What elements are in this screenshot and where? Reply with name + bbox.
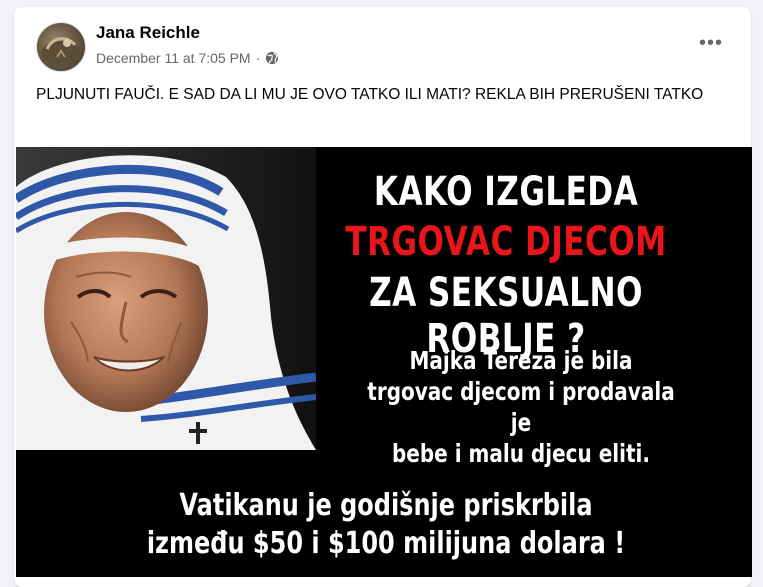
body-text: Majka Tereza je bila trgovac djecom i pr… [357,345,685,469]
headline-line-2: TRGOVAC DJECOM [345,219,667,265]
footer-line-2: između $50 i $100 milijuna dolara ! [146,526,626,561]
post-meta: December 11 at 7:05 PM · [96,50,279,66]
post-card: Jana Reichle December 11 at 7:05 PM · ••… [14,7,752,587]
footer-line-1: Vatikanu je godišnje priskrbila [179,488,593,523]
post-image[interactable]: KAKO IZGLEDA TRGOVAC DJECOM ZA SEKSUALNO… [16,147,752,577]
meta-separator: · [255,50,261,66]
body-line-3: bebe i malu djecu eliti. [391,439,651,468]
more-options-icon[interactable]: ••• [697,29,725,57]
globe-icon[interactable] [265,51,279,65]
portrait-photo [16,147,316,450]
timestamp[interactable]: December 11 at 7:05 PM [96,50,251,66]
author-name[interactable]: Jana Reichle [96,23,200,43]
body-line-2: trgovac djecom i prodavala je [367,377,675,437]
body-line-1: Majka Tereza je bila [409,346,633,375]
footer-text: Vatikanu je godišnje priskrbila između $… [114,487,658,563]
headline-line-1: KAKO IZGLEDA [373,169,639,215]
avatar[interactable] [36,22,86,72]
post-text: PLJUNUTI FAUČI. E SAD DA LI MU JE OVO TA… [36,86,704,103]
